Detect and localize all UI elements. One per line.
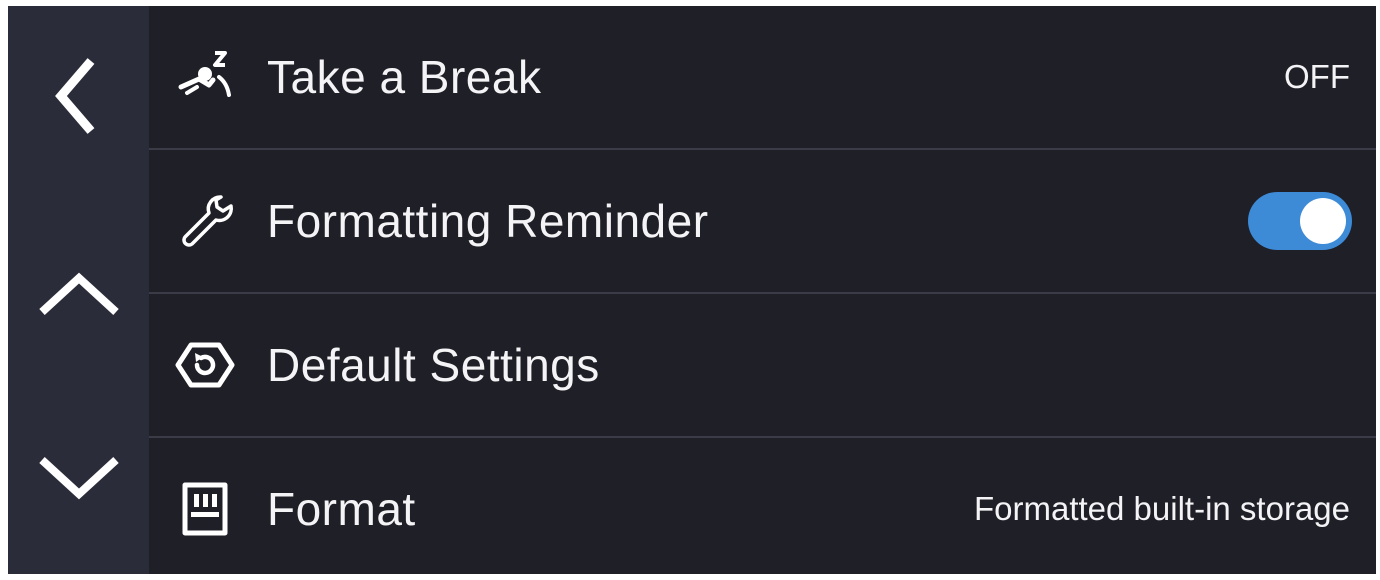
menu-item-formatting-reminder[interactable]: Formatting Reminder xyxy=(149,148,1376,292)
menu-item-label: Format xyxy=(267,483,416,535)
nav-rail xyxy=(8,6,149,574)
chevron-left-icon xyxy=(54,58,94,134)
menu-item-format[interactable]: Format Formatted built-in storage xyxy=(149,436,1376,580)
sleeping-person-icon xyxy=(173,45,237,109)
reset-hexagon-icon xyxy=(173,333,237,397)
scroll-down-button[interactable] xyxy=(8,426,149,526)
menu-item-label: Default Settings xyxy=(267,339,600,391)
menu-item-value: OFF xyxy=(1284,58,1350,95)
chevron-up-icon xyxy=(38,272,119,315)
back-button[interactable] xyxy=(8,46,149,146)
scroll-up-button[interactable] xyxy=(8,246,149,346)
memory-card-icon xyxy=(173,477,237,541)
menu-item-label: Take a Break xyxy=(267,51,542,103)
menu-item-value: Formatted built-in storage xyxy=(973,490,1350,527)
chevron-down-icon xyxy=(38,457,119,500)
settings-menu-list: Take a Break OFF Formatting Reminder Def… xyxy=(149,6,1376,574)
formatting-reminder-toggle[interactable] xyxy=(1248,192,1352,250)
toggle-knob xyxy=(1300,198,1346,244)
settings-screen: Take a Break OFF Formatting Reminder Def… xyxy=(8,6,1376,574)
wrench-icon xyxy=(173,189,237,253)
menu-item-default-settings[interactable]: Default Settings xyxy=(149,292,1376,436)
menu-item-label: Formatting Reminder xyxy=(267,195,709,247)
menu-item-take-a-break[interactable]: Take a Break OFF xyxy=(149,6,1376,148)
